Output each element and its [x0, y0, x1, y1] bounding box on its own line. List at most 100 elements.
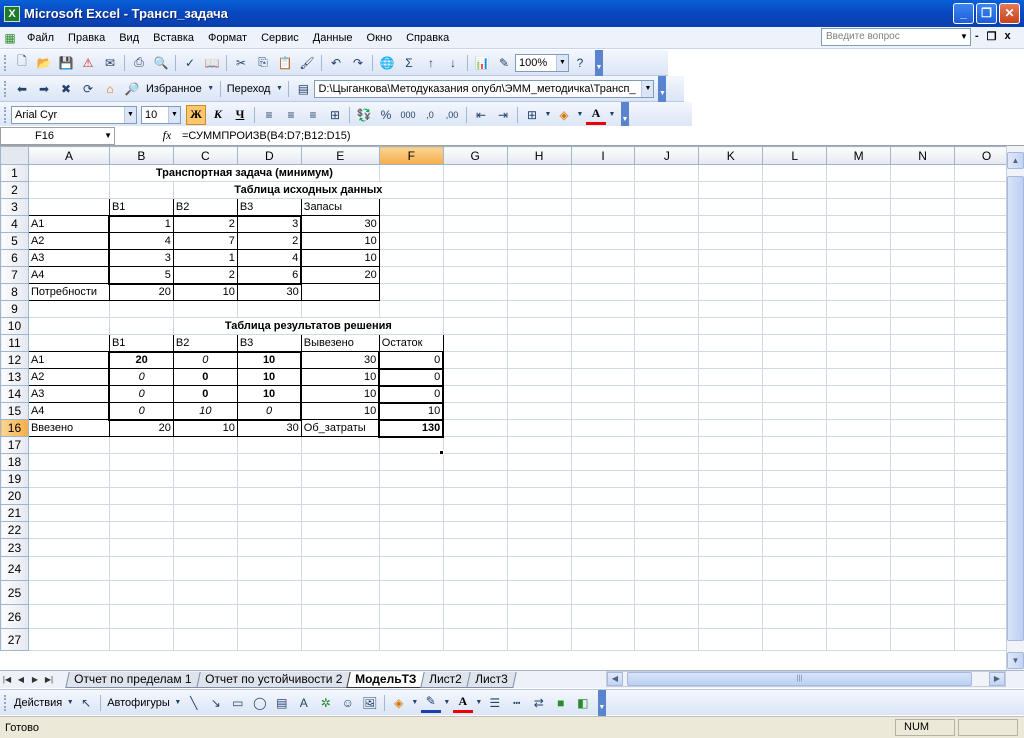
row-header[interactable]: 20: [0, 487, 29, 505]
column-header[interactable]: B: [108, 146, 174, 165]
column-header[interactable]: E: [300, 146, 380, 165]
decrease-decimal-icon[interactable]: ,00: [442, 105, 462, 125]
row-header[interactable]: 11: [0, 334, 29, 352]
cell[interactable]: [890, 266, 955, 284]
cell[interactable]: [442, 249, 508, 267]
arrow-style-icon[interactable]: ⇄: [529, 693, 549, 713]
cell[interactable]: [172, 604, 238, 629]
row-header[interactable]: 18: [0, 453, 29, 471]
cell[interactable]: [27, 181, 110, 199]
textbox-icon[interactable]: ▤: [272, 693, 292, 713]
address-field[interactable]: D:\Цыганкова\Методуказания опубл\ЭММ_мет…: [314, 79, 655, 98]
cell[interactable]: [634, 521, 700, 539]
cell[interactable]: [890, 317, 955, 335]
menu-file[interactable]: Файл: [20, 28, 61, 48]
cell[interactable]: [826, 351, 892, 369]
table-header-cell[interactable]: Вывезено: [300, 334, 380, 352]
cell[interactable]: [300, 604, 380, 629]
chevron-down-icon[interactable]: ▼: [274, 79, 284, 99]
row-header[interactable]: 9: [0, 300, 29, 318]
cell[interactable]: [826, 249, 892, 267]
menu-data[interactable]: Данные: [306, 28, 360, 48]
favorites-button[interactable]: Избранное: [143, 83, 205, 95]
wordart-icon[interactable]: A: [294, 693, 314, 713]
cell[interactable]: [378, 300, 444, 318]
table-cell[interactable]: 1: [172, 249, 238, 267]
table-cell[interactable]: 20: [300, 266, 380, 284]
cell[interactable]: [890, 249, 955, 267]
cell[interactable]: [826, 419, 892, 437]
cell[interactable]: [27, 317, 110, 335]
menu-view[interactable]: Вид: [112, 28, 146, 48]
table-cell[interactable]: 30: [236, 283, 302, 301]
arrow-icon[interactable]: ↘: [206, 693, 226, 713]
cell[interactable]: [27, 470, 110, 488]
cell[interactable]: [890, 368, 955, 386]
cell[interactable]: [236, 300, 302, 318]
cell[interactable]: [378, 538, 444, 557]
email-icon[interactable]: ✉: [100, 53, 120, 73]
cell[interactable]: [890, 470, 955, 488]
cell[interactable]: [826, 604, 892, 629]
cell[interactable]: [698, 402, 764, 420]
cell[interactable]: [378, 215, 444, 233]
cell[interactable]: [442, 266, 508, 284]
cell[interactable]: [506, 628, 572, 651]
print-icon[interactable]: ⎙: [129, 53, 149, 73]
cell[interactable]: [300, 538, 380, 557]
cell[interactable]: [300, 436, 380, 454]
table-cell[interactable]: 10: [300, 232, 380, 250]
row-header[interactable]: 4: [0, 215, 29, 233]
toolbar-options[interactable]: ▼: [597, 689, 606, 716]
table-cell[interactable]: 10: [300, 368, 380, 386]
open-icon[interactable]: 📂: [34, 53, 54, 73]
cell[interactable]: [698, 198, 764, 216]
table-cell[interactable]: 0: [378, 351, 445, 370]
cell[interactable]: [826, 368, 892, 386]
next-sheet-icon[interactable]: ▶: [28, 675, 42, 684]
cell[interactable]: [378, 487, 444, 505]
cell[interactable]: [634, 215, 700, 233]
increase-decimal-icon[interactable]: ,0: [420, 105, 440, 125]
row-header[interactable]: 13: [0, 368, 29, 386]
line-icon[interactable]: ╲: [184, 693, 204, 713]
tab-limits-report[interactable]: Отчет по пределам 1: [65, 671, 201, 688]
cell[interactable]: [506, 317, 572, 335]
table-cell[interactable]: 30: [300, 351, 380, 369]
currency-icon[interactable]: 💱: [354, 105, 374, 125]
cell[interactable]: [698, 504, 764, 522]
cell[interactable]: [570, 580, 636, 605]
chevron-down-icon[interactable]: ▼: [641, 80, 654, 97]
column-header[interactable]: L: [762, 146, 828, 165]
cell[interactable]: [172, 556, 238, 581]
cell[interactable]: [698, 385, 764, 403]
bold-button[interactable]: Ж: [186, 104, 206, 125]
help-icon[interactable]: ?: [570, 53, 590, 73]
table-cell[interactable]: 2: [172, 266, 238, 285]
cell[interactable]: [570, 556, 636, 581]
print-preview-icon[interactable]: 🔍: [151, 53, 171, 73]
cell[interactable]: [826, 334, 892, 352]
chevron-down-icon[interactable]: ▼: [576, 105, 584, 125]
cell[interactable]: [378, 521, 444, 539]
cell[interactable]: [890, 504, 955, 522]
line-style-icon[interactable]: ☰: [485, 693, 505, 713]
last-sheet-icon[interactable]: ▶|: [42, 675, 56, 684]
table-header-cell[interactable]: B1: [108, 334, 174, 352]
copy-icon[interactable]: ⎘: [253, 53, 273, 73]
cell[interactable]: [442, 453, 508, 471]
scroll-thumb[interactable]: |||: [627, 672, 972, 686]
cell[interactable]: [442, 521, 508, 539]
align-right-icon[interactable]: ≡: [303, 105, 323, 125]
cell[interactable]: [890, 198, 955, 216]
workbook-icon[interactable]: ▦: [1, 28, 19, 48]
cell[interactable]: [634, 453, 700, 471]
dash-style-icon[interactable]: ┅: [507, 693, 527, 713]
cell[interactable]: [506, 351, 572, 369]
row-header[interactable]: 8: [0, 283, 29, 301]
cell[interactable]: [378, 164, 444, 182]
cell[interactable]: [890, 283, 955, 301]
cell[interactable]: [570, 215, 636, 233]
cell[interactable]: [890, 580, 955, 605]
chevron-down-icon[interactable]: ▼: [475, 693, 483, 713]
